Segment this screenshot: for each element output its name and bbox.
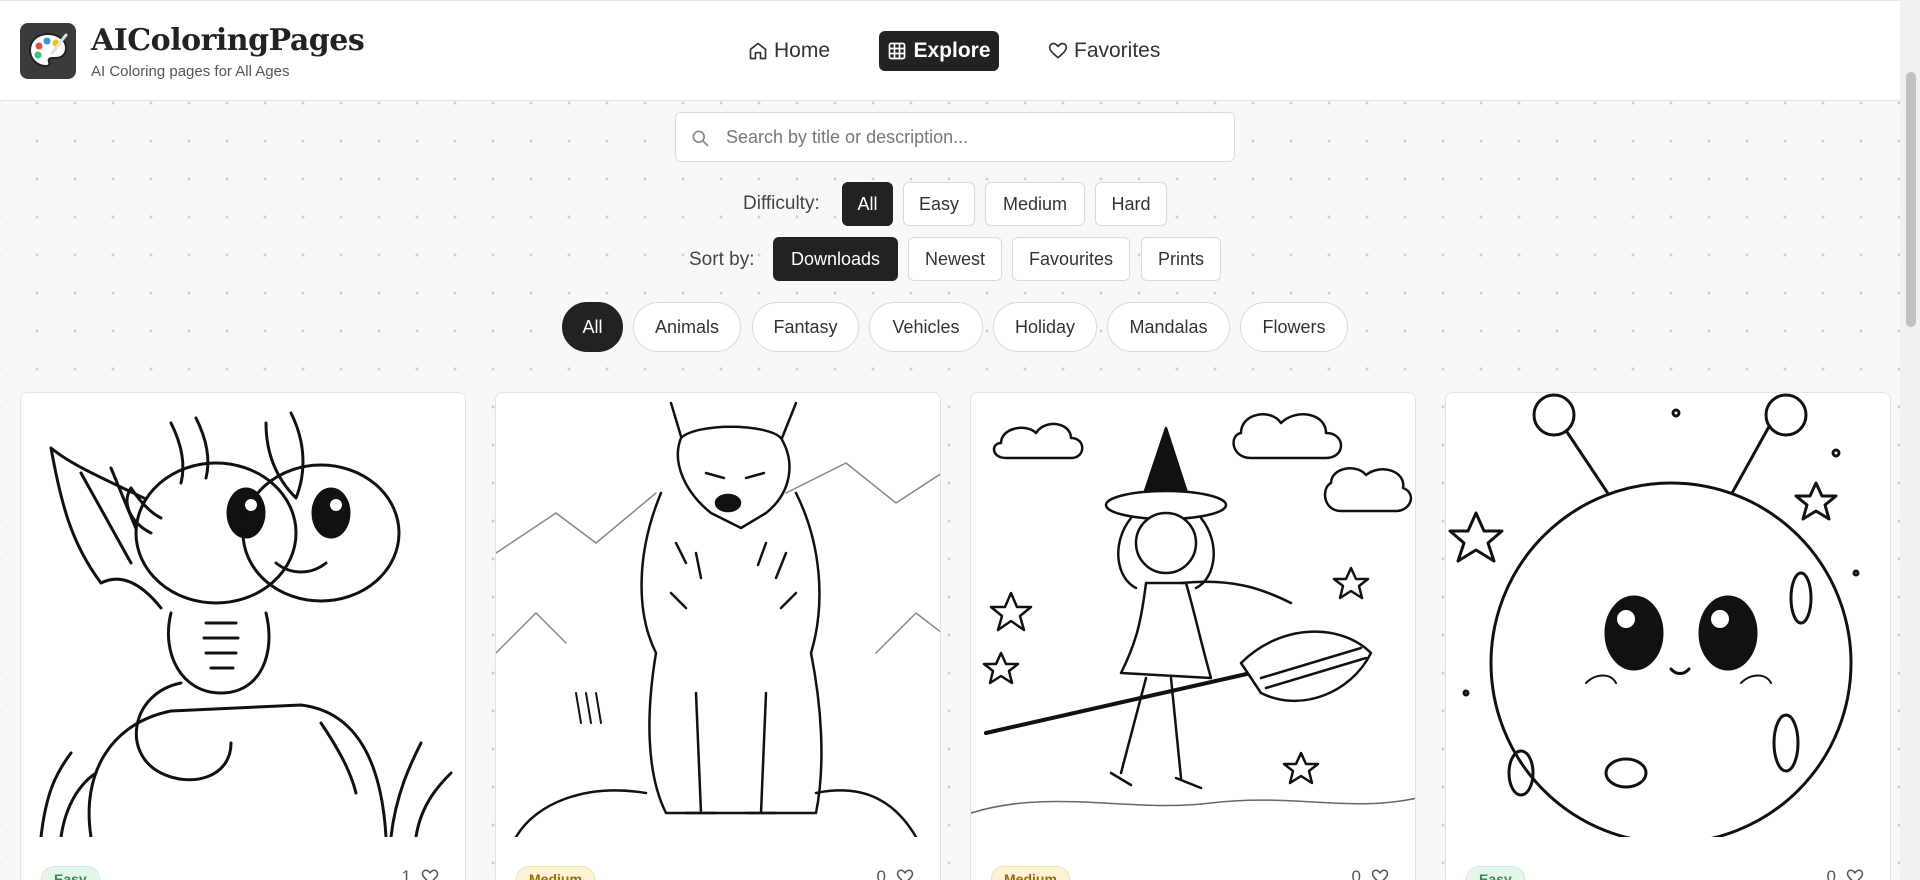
category-holiday-chip[interactable]: Holiday <box>993 302 1097 352</box>
sort-favourites-button[interactable]: Favourites <box>1012 237 1130 281</box>
wolf-coloring-image[interactable] <box>496 393 940 837</box>
category-flowers-chip[interactable]: Flowers <box>1240 302 1348 352</box>
difficulty-label: Difficulty: <box>743 193 820 214</box>
heart-icon <box>1048 42 1068 59</box>
card-favorites[interactable]: 0 <box>1352 867 1389 880</box>
coloring-card[interactable]: Medium 0 <box>495 392 941 880</box>
heart-icon[interactable] <box>1846 868 1864 880</box>
nav-explore-label: Explore <box>913 39 991 62</box>
sort-label: Sort by: <box>689 249 755 270</box>
difficulty-badge: Medium <box>516 866 595 880</box>
nav-explore-link[interactable]: Explore <box>879 31 999 71</box>
category-mandalas-chip[interactable]: Mandalas <box>1107 302 1230 352</box>
card-favorites[interactable]: 0 <box>1827 867 1864 880</box>
difficulty-medium-button[interactable]: Medium <box>985 182 1085 226</box>
brand-name[interactable]: AIColoringPages <box>91 23 365 58</box>
sort-downloads-button[interactable]: Downloads <box>773 237 898 281</box>
alien-coloring-image[interactable] <box>1446 393 1890 837</box>
witch-coloring-image[interactable] <box>971 393 1415 837</box>
difficulty-easy-button[interactable]: Easy <box>903 182 975 226</box>
site-header: AIColoringPages AI Coloring pages for Al… <box>0 0 1900 101</box>
card-favorites[interactable]: 1 <box>402 867 439 880</box>
sort-newest-button[interactable]: Newest <box>908 237 1002 281</box>
category-all-chip[interactable]: All <box>562 302 623 352</box>
heart-icon[interactable] <box>896 868 914 880</box>
grid-icon <box>889 42 906 60</box>
nav-home-link[interactable]: Home <box>748 31 830 71</box>
category-fantasy-chip[interactable]: Fantasy <box>752 302 859 352</box>
favorites-count: 0 <box>1351 867 1361 880</box>
heart-icon[interactable] <box>1371 868 1389 880</box>
dragon-coloring-image[interactable] <box>21 393 465 837</box>
coloring-card[interactable]: Easy 0 <box>1445 392 1891 880</box>
home-icon <box>749 42 767 60</box>
favorites-count: 0 <box>876 867 886 880</box>
category-animals-chip[interactable]: Animals <box>633 302 741 352</box>
favorites-count: 0 <box>1826 867 1836 880</box>
category-vehicles-chip[interactable]: Vehicles <box>869 302 983 352</box>
heart-icon[interactable] <box>421 868 439 880</box>
difficulty-all-button[interactable]: All <box>842 182 893 226</box>
favorites-count: 1 <box>401 867 411 880</box>
difficulty-hard-button[interactable]: Hard <box>1095 182 1167 226</box>
nav-favorites-label: Favorites <box>1074 39 1161 62</box>
nav-home-label: Home <box>774 39 831 62</box>
search-input[interactable] <box>676 113 1234 161</box>
palette-logo-icon[interactable] <box>20 23 76 79</box>
sort-prints-button[interactable]: Prints <box>1141 237 1221 281</box>
scrollbar-thumb[interactable] <box>1906 72 1916 327</box>
coloring-card[interactable]: Medium 0 <box>970 392 1416 880</box>
coloring-card[interactable]: Easy 1 <box>20 392 466 880</box>
brand-tagline: AI Coloring pages for All Ages <box>91 63 290 80</box>
search-box[interactable] <box>675 112 1235 162</box>
search-icon <box>692 130 709 147</box>
nav-favorites-link[interactable]: Favorites <box>1048 31 1160 71</box>
difficulty-badge: Medium <box>991 866 1070 880</box>
page-scrollbar[interactable] <box>1900 0 1920 880</box>
card-favorites[interactable]: 0 <box>877 867 914 880</box>
difficulty-badge: Easy <box>1466 866 1525 880</box>
difficulty-badge: Easy <box>41 866 100 880</box>
